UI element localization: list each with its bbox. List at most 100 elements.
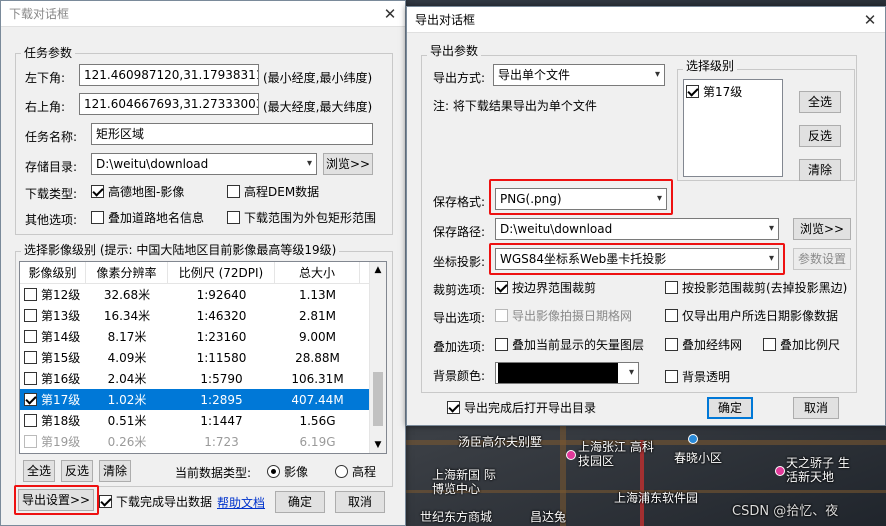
table-row[interactable]: 第17级 1.02米 1:2895 407.44M: [20, 389, 386, 410]
checkbox-box[interactable]: [24, 393, 37, 406]
vertical-scrollbar[interactable]: ▲ ▼: [369, 262, 386, 453]
export-cancel-button[interactable]: 取消: [793, 397, 839, 419]
checkbox-box[interactable]: [24, 435, 37, 448]
checkbox-box[interactable]: [227, 211, 240, 224]
checkbox-box[interactable]: [24, 372, 37, 385]
upper-right-input[interactable]: 121.604667693,31.273330033: [79, 93, 259, 115]
level-cell[interactable]: 第19级: [20, 433, 86, 450]
help-link[interactable]: 帮助文档: [217, 494, 265, 511]
level-cell[interactable]: 第15级: [20, 349, 86, 366]
table-row[interactable]: 第14级 8.17米 1:23160 9.00M: [20, 326, 386, 347]
level-cell[interactable]: 第12级: [20, 286, 86, 303]
overlay-vector-checkbox[interactable]: 叠加当前显示的矢量图层: [495, 336, 644, 353]
table-row[interactable]: 第16级 2.04米 1:5790 106.31M: [20, 368, 386, 389]
checkbox-box[interactable]: [24, 351, 37, 364]
export-browse-button[interactable]: 浏览>>: [793, 218, 851, 240]
param-settings-button[interactable]: 参数设置: [793, 248, 851, 270]
radio-elevation[interactable]: 高程: [335, 463, 376, 480]
checkbox-box[interactable]: [665, 370, 678, 383]
overlay-grid-checkbox[interactable]: 叠加经纬网: [665, 336, 742, 353]
chevron-down-icon[interactable]: ▾: [629, 363, 634, 383]
export-invert-button[interactable]: 反选: [799, 125, 841, 147]
radio-dot[interactable]: [267, 465, 280, 478]
close-icon[interactable]: ✕: [375, 3, 405, 25]
checkbox-box[interactable]: [24, 288, 37, 301]
level-17-checkbox[interactable]: 第17级: [686, 83, 742, 100]
path-combo[interactable]: D:\weitu\download ▾: [495, 218, 779, 240]
bg-transparent-checkbox[interactable]: 背景透明: [665, 368, 730, 385]
radio-dot[interactable]: [335, 465, 348, 478]
checkbox-box[interactable]: [24, 414, 37, 427]
table-row[interactable]: 第19级 0.26米 1:723 6.19G: [20, 431, 386, 452]
map-poi-icon[interactable]: [688, 434, 698, 444]
overlay-scale-checkbox[interactable]: 叠加比例尺: [763, 336, 840, 353]
type-dem-checkbox[interactable]: 高程DEM数据: [227, 183, 319, 200]
radio-image[interactable]: 影像: [267, 463, 308, 480]
opt-range-checkbox[interactable]: 下载范围为外包矩形范围: [227, 209, 376, 226]
task-name-input[interactable]: 矩形区域: [91, 123, 373, 145]
checkbox-box[interactable]: [24, 309, 37, 322]
select-all-button[interactable]: 全选: [23, 460, 55, 482]
checkbox-box[interactable]: [665, 281, 678, 294]
col-header[interactable]: 比例尺 (72DPI): [168, 262, 275, 283]
checkbox-box[interactable]: [665, 338, 678, 351]
level-cell[interactable]: 第13级: [20, 307, 86, 324]
checkbox-box[interactable]: [24, 330, 37, 343]
map-poi-icon[interactable]: [775, 466, 785, 476]
scroll-down-icon[interactable]: ▼: [370, 437, 386, 453]
export-dialog-titlebar[interactable]: 导出对话框 ✕: [407, 7, 885, 33]
col-header[interactable]: 总大小: [275, 262, 360, 283]
bg-color-combo[interactable]: ▾: [495, 362, 639, 384]
type-gaode-checkbox[interactable]: 高德地图-影像: [91, 183, 184, 200]
clear-button[interactable]: 清除: [99, 460, 131, 482]
table-row[interactable]: 第12级 32.68米 1:92640 1.13M: [20, 284, 386, 305]
checkbox-box[interactable]: [495, 281, 508, 294]
scroll-up-icon[interactable]: ▲: [370, 262, 386, 278]
map-poi-icon[interactable]: [566, 450, 576, 460]
table-row[interactable]: 第15级 4.09米 1:11580 28.88M: [20, 347, 386, 368]
export-after-checkbox[interactable]: 下载完成导出数据: [99, 493, 212, 510]
checkbox-box[interactable]: [763, 338, 776, 351]
open-after-checkbox[interactable]: 导出完成后打开导出目录: [447, 399, 596, 416]
close-icon[interactable]: ✕: [855, 9, 885, 31]
checkbox-box[interactable]: [665, 309, 678, 322]
browse-button[interactable]: 浏览>>: [323, 153, 373, 175]
table-row[interactable]: 第13级 16.34米 1:46320 2.81M: [20, 305, 386, 326]
level-cell[interactable]: 第14级: [20, 328, 86, 345]
checkbox-box[interactable]: [495, 309, 508, 322]
chevron-down-icon[interactable]: ▾: [769, 219, 774, 239]
chevron-down-icon[interactable]: ▾: [655, 65, 660, 85]
export-select-all-button[interactable]: 全选: [799, 91, 841, 113]
invert-button[interactable]: 反选: [61, 460, 93, 482]
checkbox-box[interactable]: [99, 495, 112, 508]
mode-combo[interactable]: 导出单个文件 ▾: [493, 64, 665, 86]
level-listview[interactable]: 影像级别 像素分辨率 比例尺 (72DPI) 总大小 第12级 32.68米 1:9…: [19, 261, 387, 454]
level-cell[interactable]: 第18级: [20, 412, 86, 429]
crop-projection-checkbox[interactable]: 按投影范围裁剪(去掉投影黑边): [665, 279, 847, 296]
checkbox-box[interactable]: [447, 401, 460, 414]
level-cell[interactable]: 第16级: [20, 370, 86, 387]
scrollbar-thumb[interactable]: [373, 372, 383, 426]
level-cell[interactable]: 第17级: [20, 391, 86, 408]
checkbox-box[interactable]: [686, 85, 699, 98]
storage-combo[interactable]: D:\weitu\download ▾: [91, 153, 317, 175]
export-user-date-checkbox[interactable]: 仅导出用户所选日期影像数据: [665, 307, 838, 324]
checkbox-box[interactable]: [495, 338, 508, 351]
lower-left-input[interactable]: 121.460987120,31.179383117: [79, 64, 259, 86]
chevron-down-icon[interactable]: ▾: [307, 154, 312, 174]
cancel-button[interactable]: 取消: [335, 491, 385, 513]
export-ok-button[interactable]: 确定: [707, 397, 753, 419]
select-level-list[interactable]: 第17级: [683, 79, 783, 177]
ok-button[interactable]: 确定: [275, 491, 325, 513]
col-header[interactable]: 像素分辨率: [86, 262, 168, 283]
checkbox-box[interactable]: [91, 211, 104, 224]
checkbox-box[interactable]: [227, 185, 240, 198]
checkbox-box[interactable]: [91, 185, 104, 198]
export-clear-button[interactable]: 清除: [799, 159, 841, 181]
col-header[interactable]: 影像级别: [20, 262, 86, 283]
download-dialog-titlebar[interactable]: 下载对话框 ✕: [1, 1, 405, 27]
opt-roads-checkbox[interactable]: 叠加道路地名信息: [91, 209, 204, 226]
export-date-grid-checkbox[interactable]: 导出影像拍摄日期格网: [495, 307, 632, 324]
crop-boundary-checkbox[interactable]: 按边界范围裁剪: [495, 279, 596, 296]
table-row[interactable]: 第18级 0.51米 1:1447 1.56G: [20, 410, 386, 431]
